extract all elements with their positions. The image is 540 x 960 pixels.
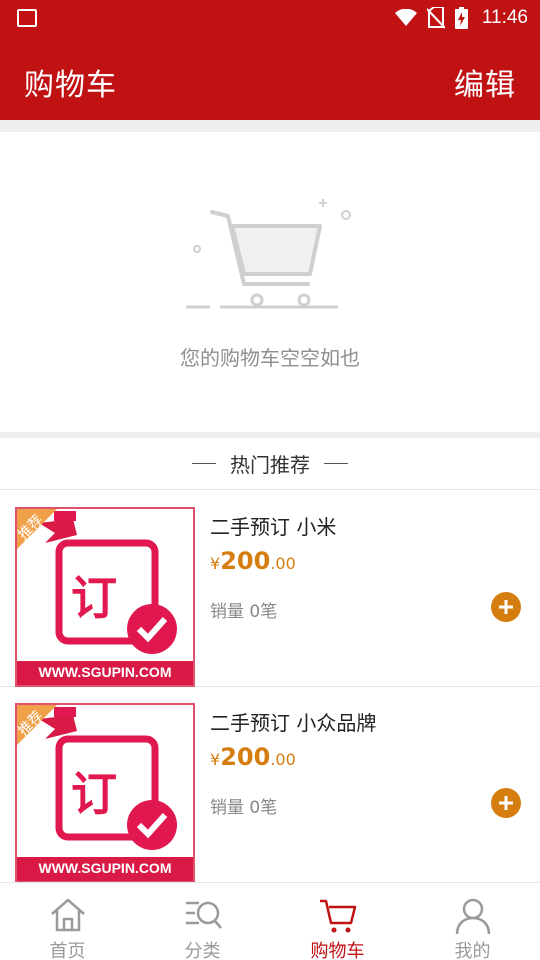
status-bar: 11:46 (0, 0, 540, 36)
tab-label: 分类 (184, 941, 221, 960)
product-thumb-url: WWW.SGUPIN.COM (38, 664, 172, 680)
wifi-icon (394, 9, 417, 26)
cart-icon (319, 899, 356, 933)
product-card[interactable]: 订 WWW.SGUPIN.COM 推荐 二手预订 小米 ¥200.00 销量 0… (0, 491, 540, 687)
price-decimal: .00 (270, 554, 296, 573)
battery-charging-icon (454, 7, 468, 29)
product-name[interactable]: 二手预订 小米 (210, 511, 336, 540)
recommend-heading: 热门推荐 (0, 438, 540, 490)
page-title: 购物车 (24, 68, 117, 103)
tab-category[interactable]: 分类 (135, 883, 270, 960)
price-integer: 200 (220, 547, 271, 575)
clock: 11:46 (481, 7, 528, 28)
product-thumb-url: WWW.SGUPIN.COM (38, 860, 172, 876)
product-name[interactable]: 二手预订 小众品牌 (210, 707, 376, 736)
product-card[interactable]: 订 WWW.SGUPIN.COM 推荐 二手预订 小众品牌 ¥200.00 销量… (0, 687, 540, 883)
plus-icon (499, 600, 513, 614)
heading-rule-left (192, 463, 216, 464)
product-sales: 销量 0笔 (210, 798, 278, 818)
product-price: ¥200.00 (210, 547, 296, 575)
product-thumbnail[interactable]: 订 WWW.SGUPIN.COM 推荐 (15, 507, 195, 687)
empty-cart-icon (186, 199, 351, 309)
edit-button[interactable]: 编辑 (454, 60, 516, 104)
app-bar: 购物车 编辑 (0, 36, 540, 120)
tab-home[interactable]: 首页 (0, 883, 135, 960)
user-icon (455, 898, 490, 935)
price-decimal: .00 (270, 750, 296, 769)
plus-icon (499, 796, 513, 810)
add-to-cart-button[interactable] (491, 592, 521, 622)
tab-label: 首页 (49, 941, 86, 960)
product-thumbnail[interactable]: 订 WWW.SGUPIN.COM 推荐 (15, 703, 195, 883)
bottom-tab-bar: 首页 分类 购物车 我的 (0, 882, 540, 960)
tab-label: 购物车 (310, 941, 365, 960)
product-sales: 销量 0笔 (210, 602, 278, 622)
price-integer: 200 (220, 743, 271, 771)
product-thumb-char: 订 (71, 767, 117, 821)
product-price: ¥200.00 (210, 743, 296, 771)
price-currency: ¥ (210, 750, 221, 769)
tab-profile[interactable]: 我的 (405, 883, 540, 960)
price-currency: ¥ (210, 554, 221, 573)
heading-rule-right (324, 463, 348, 464)
home-icon (50, 898, 85, 932)
empty-cart-message: 您的购物车空空如也 (180, 346, 360, 370)
image-icon (17, 9, 37, 27)
tab-cart[interactable]: 购物车 (270, 883, 405, 960)
category-search-icon (185, 901, 222, 929)
divider (0, 120, 540, 132)
tab-label: 我的 (454, 941, 491, 960)
empty-cart-panel: 您的购物车空空如也 (0, 132, 540, 432)
recommend-heading-text: 热门推荐 (230, 453, 310, 477)
add-to-cart-button[interactable] (491, 788, 521, 818)
no-sim-icon (426, 7, 445, 29)
product-thumb-char: 订 (71, 571, 117, 625)
